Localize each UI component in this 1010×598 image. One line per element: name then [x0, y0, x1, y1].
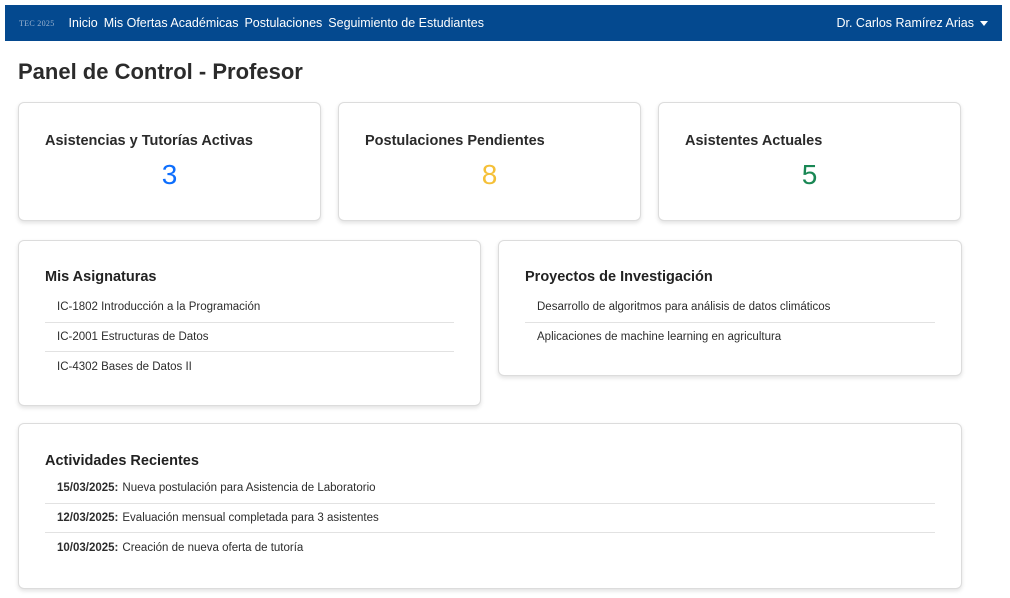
activity-date: 12/03/2025:: [57, 511, 119, 524]
activity-text: Creación de nueva oferta de tutoría: [122, 541, 304, 554]
nav-links: Inicio Mis Ofertas Académicas Postulacio…: [69, 16, 490, 30]
projects-card: Proyectos de Investigación Desarrollo de…: [498, 240, 962, 376]
stat-value: 5: [801, 159, 818, 190]
nav-link-seguimiento[interactable]: Seguimiento de Estudiantes: [328, 16, 484, 30]
user-name: Dr. Carlos Ramírez Arias: [836, 16, 974, 30]
top-navbar: TEC 2025 Inicio Mis Ofertas Académicas P…: [5, 5, 1002, 41]
project-item[interactable]: Desarrollo de algoritmos para análisis d…: [525, 293, 935, 323]
subject-item[interactable]: IC-1802 Introducción a la Programación: [45, 293, 454, 323]
project-item[interactable]: Aplicaciones de machine learning en agri…: [525, 323, 935, 353]
subjects-card: Mis Asignaturas IC-1802 Introducción a l…: [18, 240, 481, 406]
subject-item[interactable]: IC-4302 Bases de Datos II: [45, 352, 454, 382]
activity-item: 12/03/2025: Evaluación mensual completad…: [45, 504, 935, 533]
stat-card-asistentes: Asistentes Actuales 5: [658, 102, 961, 221]
stat-title: Asistencias y Tutorías Activas: [45, 133, 253, 149]
page-title: Panel de Control - Profesor: [18, 59, 303, 84]
caret-down-icon: [980, 20, 988, 26]
stat-card-asistencias: Asistencias y Tutorías Activas 3: [18, 102, 321, 221]
section-title: Actividades Recientes: [45, 453, 199, 469]
activity-item: 10/03/2025: Creación de nueva oferta de …: [45, 533, 935, 563]
stat-value: 3: [161, 159, 178, 190]
stat-value: 8: [481, 159, 498, 190]
activity-date: 15/03/2025:: [57, 482, 119, 495]
nav-link-ofertas[interactable]: Mis Ofertas Académicas: [104, 16, 239, 30]
activity-date: 10/03/2025:: [57, 541, 119, 554]
subjects-list: IC-1802 Introducción a la Programación I…: [45, 293, 454, 382]
brand-logo[interactable]: TEC 2025: [19, 19, 55, 28]
nav-link-inicio[interactable]: Inicio: [69, 16, 98, 30]
stat-card-postulaciones: Postulaciones Pendientes 8: [338, 102, 641, 221]
activities-card: Actividades Recientes 15/03/2025: Nueva …: [18, 423, 962, 589]
stat-title: Postulaciones Pendientes: [365, 133, 545, 149]
activity-text: Nueva postulación para Asistencia de Lab…: [122, 482, 376, 495]
projects-list: Desarrollo de algoritmos para análisis d…: [525, 293, 935, 352]
subject-item[interactable]: IC-2001 Estructuras de Datos: [45, 323, 454, 352]
activity-item: 15/03/2025: Nueva postulación para Asist…: [45, 474, 935, 504]
nav-link-postulaciones[interactable]: Postulaciones: [244, 16, 322, 30]
user-menu-dropdown[interactable]: Dr. Carlos Ramírez Arias: [836, 16, 988, 30]
section-title: Proyectos de Investigación: [525, 269, 713, 285]
section-title: Mis Asignaturas: [45, 269, 157, 285]
activities-list: 15/03/2025: Nueva postulación para Asist…: [45, 474, 935, 563]
activity-text: Evaluación mensual completada para 3 asi…: [122, 511, 379, 524]
stat-title: Asistentes Actuales: [685, 133, 823, 149]
